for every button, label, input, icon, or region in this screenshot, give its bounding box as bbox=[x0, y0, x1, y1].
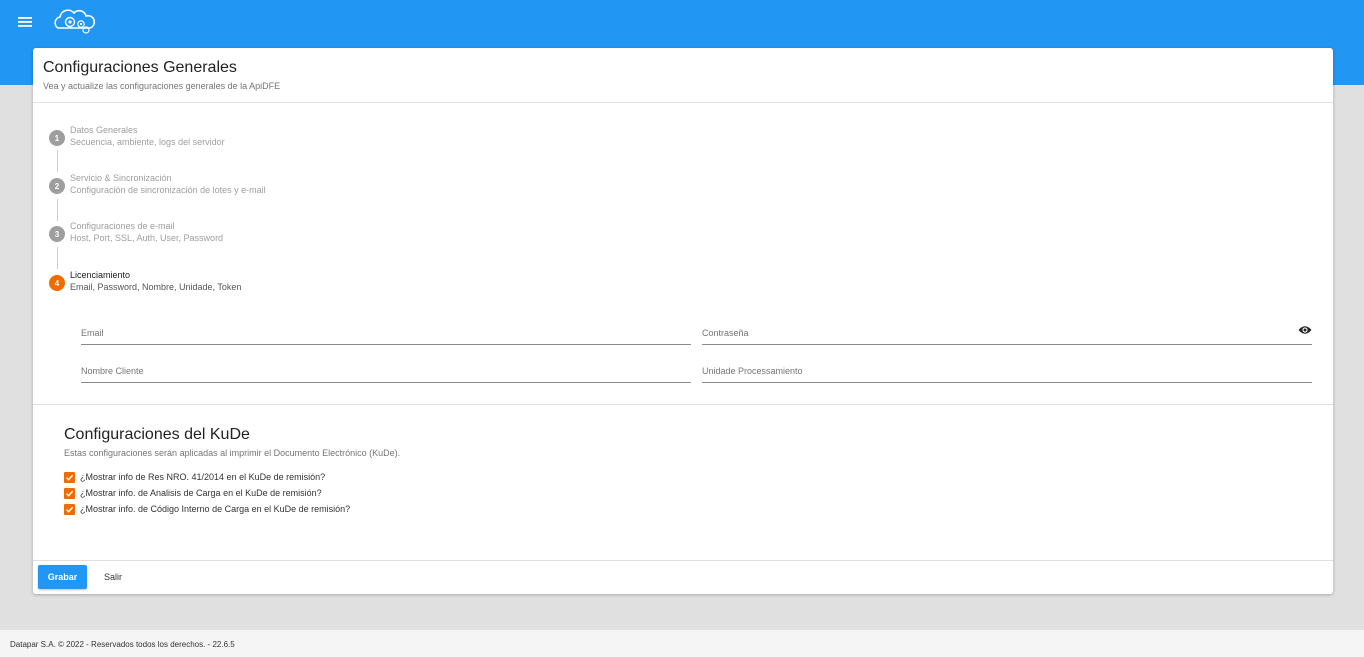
step-description: Host, Port, SSL, Auth, User, Password bbox=[70, 233, 224, 243]
checkbox[interactable] bbox=[64, 503, 75, 515]
card-header: Configuraciones Generales Vea y actualiz… bbox=[33, 48, 1333, 103]
step-label: Servicio & Sincronización bbox=[70, 173, 172, 183]
settings-card: Configuraciones Generales Vea y actualiz… bbox=[33, 48, 1333, 594]
menu-icon bbox=[18, 17, 32, 27]
kude-option-analisis-carga[interactable]: ¿Mostrar info. de Analisis de Carga en e… bbox=[64, 487, 322, 499]
step-description: Secuencia, ambiente, logs del servidor bbox=[70, 137, 225, 147]
kude-option-res-nro[interactable]: ¿Mostrar info de Res NRO. 41/2014 en el … bbox=[64, 471, 325, 483]
step-number: 4 bbox=[49, 275, 65, 291]
step-label: Licenciamiento bbox=[70, 270, 131, 280]
footer-copyright: Datapar S.A. © 2022 - Reservados todos l… bbox=[10, 640, 235, 649]
check-icon bbox=[65, 490, 74, 497]
checkbox[interactable] bbox=[64, 471, 75, 483]
step-label: Datos Generales bbox=[70, 125, 138, 135]
step-number: 3 bbox=[49, 226, 65, 242]
step-connector bbox=[57, 247, 58, 269]
exit-button[interactable]: Salir bbox=[95, 565, 131, 589]
kude-section-title: Configuraciones del KuDe bbox=[64, 426, 250, 443]
kude-option-codigo-interno[interactable]: ¿Mostrar info. de Código Interno de Carg… bbox=[64, 503, 350, 515]
password-field[interactable]: Contraseña bbox=[702, 322, 1312, 345]
processing-unit-label: Unidade Processamiento bbox=[702, 366, 803, 376]
check-icon bbox=[65, 506, 74, 513]
section-divider bbox=[33, 404, 1333, 405]
client-name-label: Nombre Cliente bbox=[81, 366, 144, 376]
page-subtitle: Vea y actualize las configuraciones gene… bbox=[43, 81, 281, 91]
step-connector bbox=[57, 150, 58, 172]
step-number: 1 bbox=[49, 130, 65, 146]
processing-unit-field[interactable]: Unidade Processamiento bbox=[702, 360, 1312, 383]
eye-icon[interactable] bbox=[1298, 325, 1312, 335]
checkbox-label: ¿Mostrar info de Res NRO. 41/2014 en el … bbox=[80, 472, 326, 482]
menu-button[interactable] bbox=[14, 12, 36, 32]
actions-divider bbox=[33, 560, 1333, 561]
email-field[interactable]: Email bbox=[81, 322, 691, 345]
kude-section-subtitle: Estas configuraciones serán aplicadas al… bbox=[64, 448, 401, 458]
step-description: Configuración de sincronización de lotes… bbox=[70, 185, 266, 195]
page-title: Configuraciones Generales bbox=[43, 59, 237, 76]
step-description: Email, Password, Nombre, Unidade, Token bbox=[70, 282, 242, 292]
footer: Datapar S.A. © 2022 - Reservados todos l… bbox=[0, 629, 1364, 657]
step-connector bbox=[57, 199, 58, 221]
step-number: 2 bbox=[49, 178, 65, 194]
checkbox[interactable] bbox=[64, 487, 75, 499]
client-name-field[interactable]: Nombre Cliente bbox=[81, 360, 691, 383]
step-label: Configuraciones de e-mail bbox=[70, 221, 175, 231]
checkbox-label: ¿Mostrar info. de Código Interno de Carg… bbox=[80, 504, 351, 514]
cloud-gears-logo bbox=[54, 9, 96, 34]
checkbox-label: ¿Mostrar info. de Analisis de Carga en e… bbox=[80, 488, 322, 498]
check-icon bbox=[65, 474, 74, 481]
email-label: Email bbox=[81, 328, 104, 338]
password-label: Contraseña bbox=[702, 328, 749, 338]
save-button[interactable]: Grabar bbox=[38, 565, 87, 589]
